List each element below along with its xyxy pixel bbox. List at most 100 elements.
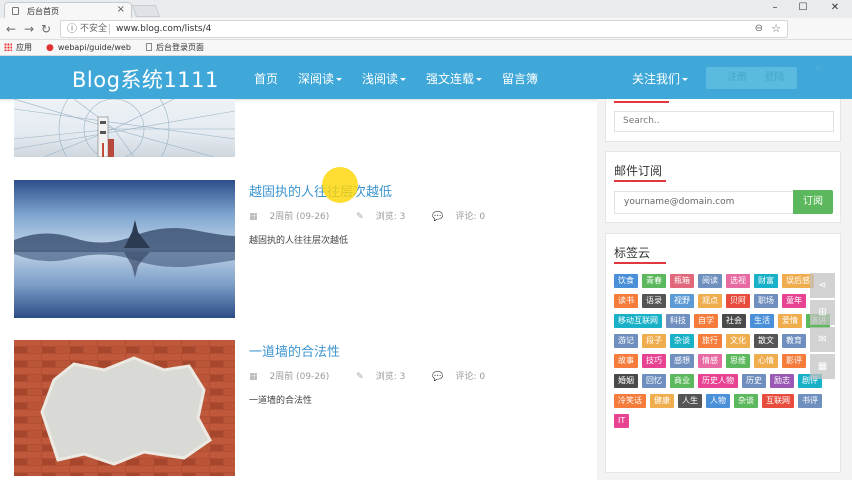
- tab-close-icon[interactable]: ×: [117, 4, 125, 15]
- tag-item[interactable]: 童年: [782, 294, 806, 308]
- back-icon[interactable]: ←: [6, 21, 16, 37]
- close-window-icon[interactable]: ✕: [826, 1, 844, 15]
- tag-item[interactable]: 互联网: [762, 394, 794, 408]
- nav-light-reading[interactable]: 浅阅读: [362, 70, 407, 87]
- tag-item[interactable]: 故事: [614, 354, 638, 368]
- browser-tab[interactable]: 后台首页 ×: [4, 2, 132, 18]
- minimize-icon[interactable]: –: [766, 1, 784, 15]
- nav-deep-reading[interactable]: 深阅读: [298, 70, 343, 87]
- post-title-link[interactable]: 一道墙的合法性: [249, 341, 340, 360]
- post-title-link[interactable]: 越固执的人往往层次越低: [249, 181, 392, 200]
- security-label: 不安全: [80, 24, 108, 34]
- tag-item[interactable]: 教育: [782, 334, 806, 348]
- register-button[interactable]: 登陆: [752, 67, 797, 89]
- tag-item[interactable]: 读书: [614, 294, 638, 308]
- nav-home[interactable]: 首页: [254, 70, 278, 87]
- tag-item[interactable]: 人物: [706, 394, 730, 408]
- bookmark-admin-login[interactable]: 后台登录页面: [146, 42, 204, 54]
- tag-item[interactable]: 饮食: [614, 274, 638, 288]
- tag-item[interactable]: 科技: [666, 314, 690, 328]
- tag-item[interactable]: 游记: [614, 334, 638, 348]
- post-comments[interactable]: 💬 评论: 0: [432, 212, 497, 222]
- tag-item[interactable]: 视野: [670, 294, 694, 308]
- post-comments[interactable]: 💬 评论: 0: [432, 372, 497, 382]
- tag-item[interactable]: 感想: [670, 354, 694, 368]
- reload-icon[interactable]: ↻: [41, 21, 51, 37]
- tag-item[interactable]: 选视: [726, 274, 750, 288]
- tag-item[interactable]: 情感: [698, 354, 722, 368]
- post-views: ✎ 浏览: 3: [356, 372, 417, 382]
- info-icon[interactable]: ⓘ: [67, 22, 77, 38]
- tag-item[interactable]: 段子: [642, 334, 666, 348]
- subscribe-button[interactable]: 订阅: [793, 190, 833, 214]
- site-logo[interactable]: Blog系统1111: [72, 64, 219, 94]
- tag-item[interactable]: IT: [614, 414, 630, 428]
- widget-title: 邮件订阅: [614, 164, 663, 178]
- url-field[interactable]: ⓘ 不安全 www.blog.com/lists/4 ⊖ ☆: [60, 20, 788, 38]
- nav-label: 关注我们: [632, 72, 681, 86]
- tag-item[interactable]: 技巧: [642, 354, 666, 368]
- nav-follow-us[interactable]: 关注我们: [632, 70, 689, 87]
- tag-item[interactable]: 书评: [798, 394, 822, 408]
- tag-item[interactable]: 青春: [642, 274, 666, 288]
- tag-item[interactable]: 阅读: [698, 274, 722, 288]
- tag-item[interactable]: 移动互联网: [614, 314, 662, 328]
- tag-item[interactable]: 爱情: [778, 314, 802, 328]
- post-thumbnail[interactable]: [14, 99, 235, 157]
- tag-item[interactable]: 影评: [782, 354, 806, 368]
- tag-item[interactable]: 散文: [754, 334, 778, 348]
- maximize-icon[interactable]: ☐: [794, 1, 812, 15]
- nav-label: 留言簿: [502, 72, 539, 86]
- tag-item[interactable]: 文化: [726, 334, 750, 348]
- zoom-icon[interactable]: ⊖: [755, 21, 763, 37]
- caret-down-icon: [400, 78, 407, 81]
- nav-guestbook[interactable]: 留言簿: [502, 70, 538, 87]
- tag-item[interactable]: 心情: [754, 354, 778, 368]
- views-text: 浏览: 3: [375, 372, 406, 382]
- tag-item[interactable]: 贝阿: [726, 294, 750, 308]
- email-field[interactable]: yourname@domain.com: [614, 191, 794, 214]
- tag-item[interactable]: 杂谈: [734, 394, 758, 408]
- share-icon[interactable]: ⋖: [810, 273, 835, 298]
- tag-item[interactable]: 健康: [650, 394, 674, 408]
- post-thumbnail[interactable]: [14, 340, 235, 476]
- comment-float-icon[interactable]: ✉: [810, 327, 835, 352]
- tag-item[interactable]: 人生: [678, 394, 702, 408]
- tag-item[interactable]: 财富: [754, 274, 778, 288]
- tag-item[interactable]: 商业: [670, 374, 694, 388]
- nav-serial[interactable]: 强文连载: [426, 70, 483, 87]
- header-search-icon[interactable]: ⌕: [815, 60, 822, 75]
- bookmark-star-icon[interactable]: ☆: [771, 21, 781, 37]
- forward-icon[interactable]: →: [24, 21, 34, 37]
- post-meta: ▦ 2周前 (09-26) ✎ 浏览: 3 💬 评论: 0: [249, 209, 509, 222]
- bookmark-webapi[interactable]: ● webapi/guide/web: [46, 42, 131, 54]
- page-icon: [146, 43, 152, 51]
- tag-item[interactable]: 励志: [770, 374, 794, 388]
- bookmark-apps[interactable]: 应用: [4, 42, 32, 54]
- tag-item[interactable]: 自学: [694, 314, 718, 328]
- tag-item[interactable]: 历史: [742, 374, 766, 388]
- tag-item[interactable]: 婚姻: [614, 374, 638, 388]
- new-tab-button[interactable]: [131, 5, 161, 17]
- follow-icon[interactable]: ⊞: [810, 300, 835, 325]
- tag-item[interactable]: 瓶箱: [670, 274, 694, 288]
- tag-item[interactable]: 语录: [642, 294, 666, 308]
- tag-item[interactable]: 社会: [722, 314, 746, 328]
- caret-down-icon: [476, 78, 483, 81]
- tag-item[interactable]: 思维: [726, 354, 750, 368]
- tag-item[interactable]: 旅行: [698, 334, 722, 348]
- tag-item[interactable]: 冷笑话: [614, 394, 646, 408]
- url-text[interactable]: www.blog.com/lists/4: [116, 21, 211, 37]
- tag-item[interactable]: 杂谈: [670, 334, 694, 348]
- tag-item[interactable]: 回忆: [642, 374, 666, 388]
- sidebar-search-input[interactable]: Search..: [614, 111, 834, 132]
- tag-item[interactable]: 历史人物: [698, 374, 738, 388]
- nav-label: 深阅读: [298, 72, 335, 86]
- post-thumbnail[interactable]: [14, 180, 235, 318]
- tag-item[interactable]: 职场: [754, 294, 778, 308]
- tag-item[interactable]: 观点: [698, 294, 722, 308]
- nav-label: 强文连载: [426, 72, 475, 86]
- grid-icon[interactable]: ▦: [810, 354, 835, 379]
- post-views: ✎ 浏览: 3: [356, 212, 417, 222]
- tag-item[interactable]: 生活: [750, 314, 774, 328]
